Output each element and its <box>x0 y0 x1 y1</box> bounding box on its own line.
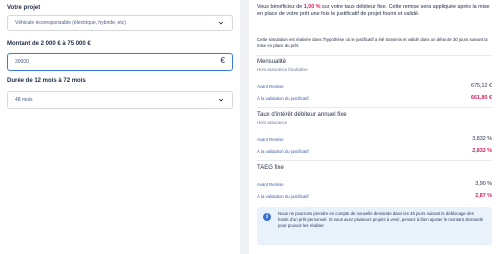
section-divider <box>257 107 492 108</box>
amount-input-value: 30000 <box>15 59 29 65</box>
chevron-down-icon <box>218 98 224 102</box>
duration-select[interactable]: 48 mois <box>7 91 233 109</box>
taeg-after-label: À la validation du justificatif <box>257 194 309 199</box>
project-select-value: Véhicule écoresponsable (électrique, hyb… <box>15 20 126 26</box>
discount-rate-highlight: 1,00 % <box>303 4 321 10</box>
section-divider <box>257 160 492 161</box>
intro-text-start: Vous bénéficiez de <box>257 4 304 10</box>
rate-subtitle: Hors assurance <box>257 120 288 125</box>
monthly-after-label: À la validation du justificatif <box>257 96 309 101</box>
rate-after-value: 2,832 % <box>472 148 492 154</box>
taeg-before-label: Avant Remise <box>257 182 284 187</box>
monthly-after-value: 661,80 € <box>471 95 492 101</box>
simulation-form: Votre projet Véhicule écoresponsable (él… <box>0 0 240 254</box>
rate-title: Taux d'intérêt débiteur annuel fixe <box>257 112 347 118</box>
info-notice: i Nous ne pourrons prendre en compte de … <box>257 207 492 245</box>
info-notice-text: Nous ne pourrons prendre en compte de no… <box>278 211 484 228</box>
project-select[interactable]: Véhicule écoresponsable (électrique, hyb… <box>7 15 233 31</box>
simulation-summary: Vous bénéficiez de 1,00 % sur votre taux… <box>249 0 500 254</box>
section-divider <box>257 55 492 56</box>
rate-before-value: 3,832 % <box>472 136 492 142</box>
monthly-payment-subtitle: Hors assurance facultative <box>257 67 308 72</box>
euro-icon: € <box>220 56 225 65</box>
duration-select-value: 48 mois <box>15 97 33 103</box>
monthly-payment-title: Mensualité <box>257 59 287 65</box>
taeg-title: TAEG fixe <box>257 165 284 171</box>
amount-input[interactable]: 30000 € <box>7 53 233 71</box>
amount-label: Montant de 2 000 € à 75 000 € <box>7 41 91 47</box>
taeg-after-value: 2,87 % <box>475 193 492 199</box>
info-icon: i <box>263 213 271 221</box>
monthly-before-value: 675,12 € <box>471 83 492 89</box>
chevron-down-icon <box>218 21 224 25</box>
project-label: Votre projet <box>7 5 41 11</box>
rate-before-label: Avant Remise <box>257 137 284 142</box>
discount-intro: Vous bénéficiez de 1,00 % sur votre taux… <box>257 4 492 19</box>
panel-divider <box>240 0 249 254</box>
simulation-note: Cette simulation est réalisée dans l'hyp… <box>257 37 488 48</box>
duration-label: Durée de 12 mois à 72 mois <box>7 78 86 84</box>
taeg-before-value: 3,90 % <box>475 181 492 187</box>
monthly-before-label: Avant Remise <box>257 84 284 89</box>
rate-after-label: À la validation du justificatif <box>257 149 309 154</box>
